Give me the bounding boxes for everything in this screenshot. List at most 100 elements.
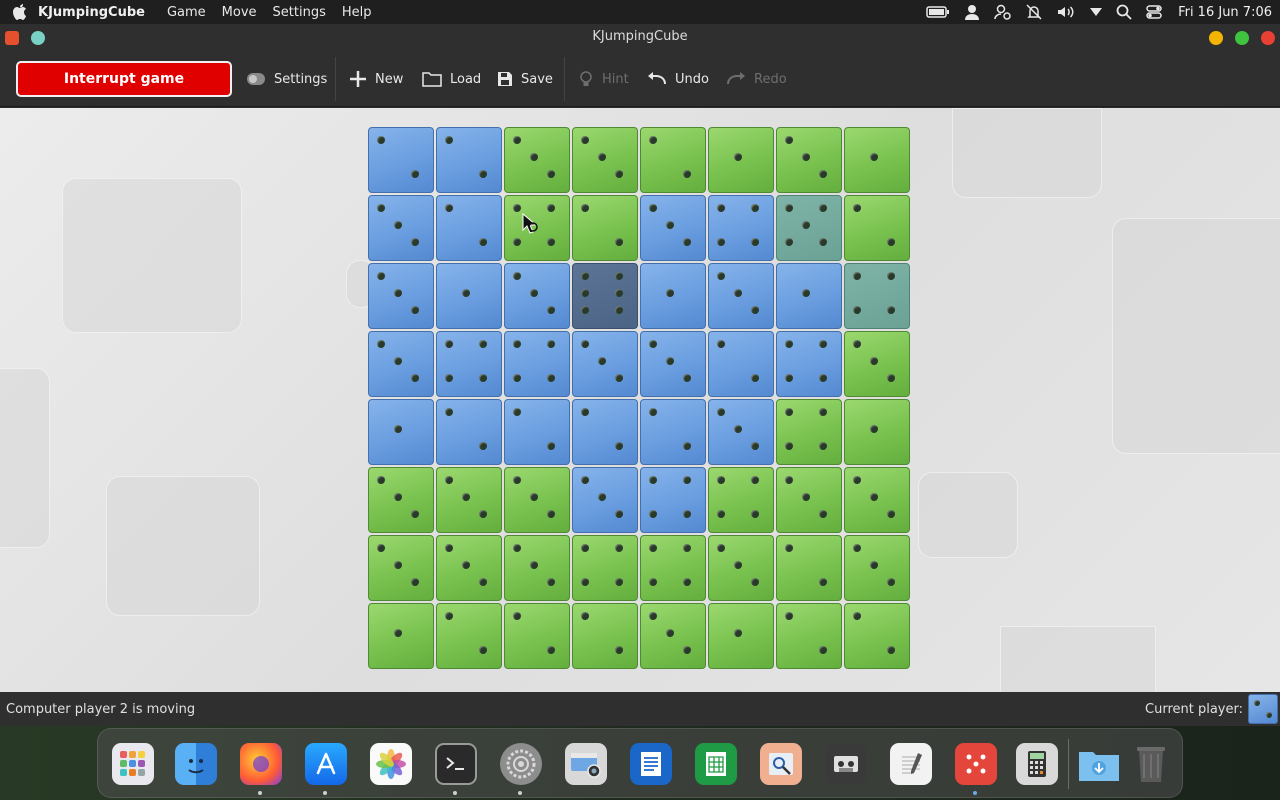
cube-r6-c1[interactable]: [368, 467, 434, 533]
load-button[interactable]: Load: [422, 67, 481, 91]
cube-r3-c4[interactable]: [572, 263, 638, 329]
cube-r6-c2[interactable]: [436, 467, 502, 533]
chevron-down-icon[interactable]: [1090, 8, 1103, 16]
cube-r4-c2[interactable]: [436, 331, 502, 397]
user-switch-icon[interactable]: [994, 4, 1012, 20]
app-store-icon[interactable]: [305, 743, 347, 785]
cube-r8-c5[interactable]: [640, 603, 706, 669]
cube-r8-c1[interactable]: [368, 603, 434, 669]
finder-icon[interactable]: [175, 743, 217, 785]
cube-r7-c8[interactable]: [844, 535, 910, 601]
control-center-icon[interactable]: [1146, 4, 1162, 20]
cube-r5-c5[interactable]: [640, 399, 706, 465]
cube-r5-c7[interactable]: [776, 399, 842, 465]
cube-r4-c1[interactable]: [368, 331, 434, 397]
cube-r8-c6[interactable]: [708, 603, 774, 669]
menu-move[interactable]: Move: [222, 5, 257, 20]
cube-r6-c5[interactable]: [640, 467, 706, 533]
cube-r1-c1[interactable]: [368, 127, 434, 193]
cube-r3-c6[interactable]: [708, 263, 774, 329]
battery-icon[interactable]: [926, 6, 950, 18]
cube-r3-c7[interactable]: [776, 263, 842, 329]
cube-r4-c5[interactable]: [640, 331, 706, 397]
cube-r8-c8[interactable]: [844, 603, 910, 669]
menu-help[interactable]: Help: [342, 5, 372, 20]
trash-icon[interactable]: [1130, 743, 1172, 785]
cube-r6-c6[interactable]: [708, 467, 774, 533]
cube-r5-c1[interactable]: [368, 399, 434, 465]
cube-r1-c5[interactable]: [640, 127, 706, 193]
new-game-button[interactable]: New: [349, 67, 403, 91]
cube-r5-c6[interactable]: [708, 399, 774, 465]
cube-r8-c7[interactable]: [776, 603, 842, 669]
cube-r1-c4[interactable]: [572, 127, 638, 193]
cube-r2-c8[interactable]: [844, 195, 910, 261]
cube-r8-c4[interactable]: [572, 603, 638, 669]
spreadsheet-icon[interactable]: [695, 743, 737, 785]
cube-r4-c6[interactable]: [708, 331, 774, 397]
undo-button[interactable]: Undo: [647, 67, 709, 91]
cube-r2-c6[interactable]: [708, 195, 774, 261]
cube-r1-c3[interactable]: [504, 127, 570, 193]
firefox-icon[interactable]: [240, 743, 282, 785]
cube-r8-c2[interactable]: [436, 603, 502, 669]
cube-r7-c7[interactable]: [776, 535, 842, 601]
text-editor-icon[interactable]: [630, 743, 672, 785]
minimize-button[interactable]: [1209, 31, 1223, 45]
cube-r2-c5[interactable]: [640, 195, 706, 261]
image-viewer-icon[interactable]: [760, 743, 802, 785]
volume-icon[interactable]: [1056, 4, 1076, 20]
terminal-icon[interactable]: [435, 743, 477, 785]
settings-button[interactable]: Settings: [246, 67, 327, 91]
cube-r2-c1[interactable]: [368, 195, 434, 261]
cube-r6-c3[interactable]: [504, 467, 570, 533]
apple-menu-icon[interactable]: [0, 3, 38, 21]
hint-button[interactable]: Hint: [578, 67, 629, 91]
cube-r6-c4[interactable]: [572, 467, 638, 533]
downloads-folder-icon[interactable]: [1078, 743, 1120, 785]
cube-r2-c4[interactable]: [572, 195, 638, 261]
cube-r1-c8[interactable]: [844, 127, 910, 193]
cube-r4-c4[interactable]: [572, 331, 638, 397]
menubar-clock[interactable]: Fri 16 Jun 7:06: [1178, 5, 1272, 20]
cube-r3-c2[interactable]: [436, 263, 502, 329]
maximize-button[interactable]: [1235, 31, 1249, 45]
menu-settings[interactable]: Settings: [273, 5, 326, 20]
cube-r7-c2[interactable]: [436, 535, 502, 601]
menu-game[interactable]: Game: [167, 5, 206, 20]
system-settings-icon[interactable]: [500, 743, 542, 785]
cube-r5-c3[interactable]: [504, 399, 570, 465]
search-icon[interactable]: [1116, 4, 1132, 20]
cube-r5-c4[interactable]: [572, 399, 638, 465]
save-button[interactable]: Save: [497, 67, 553, 91]
redo-button[interactable]: Redo: [726, 67, 787, 91]
cube-r1-c7[interactable]: [776, 127, 842, 193]
cube-r4-c7[interactable]: [776, 331, 842, 397]
launchpad-icon[interactable]: [112, 743, 154, 785]
cube-r7-c1[interactable]: [368, 535, 434, 601]
cube-r7-c6[interactable]: [708, 535, 774, 601]
notifications-muted-icon[interactable]: [1026, 4, 1042, 20]
cube-r5-c8[interactable]: [844, 399, 910, 465]
cube-r3-c3[interactable]: [504, 263, 570, 329]
cube-r7-c4[interactable]: [572, 535, 638, 601]
user-icon[interactable]: [964, 4, 980, 20]
cube-r1-c2[interactable]: [436, 127, 502, 193]
cube-r1-c6[interactable]: [708, 127, 774, 193]
cube-r8-c3[interactable]: [504, 603, 570, 669]
cassette-icon[interactable]: [825, 743, 867, 785]
dice-game-icon[interactable]: [955, 743, 997, 785]
close-button[interactable]: [1261, 31, 1275, 45]
app-name-menu[interactable]: KJumpingCube: [38, 5, 145, 20]
photos-icon[interactable]: [370, 743, 412, 785]
cube-r4-c8[interactable]: [844, 331, 910, 397]
cube-r3-c1[interactable]: [368, 263, 434, 329]
cube-r2-c7[interactable]: [776, 195, 842, 261]
notes-icon[interactable]: [890, 743, 932, 785]
cube-r4-c3[interactable]: [504, 331, 570, 397]
calculator-icon[interactable]: [1016, 743, 1058, 785]
cube-r2-c2[interactable]: [436, 195, 502, 261]
cube-r5-c2[interactable]: [436, 399, 502, 465]
cube-r6-c8[interactable]: [844, 467, 910, 533]
cube-r3-c5[interactable]: [640, 263, 706, 329]
